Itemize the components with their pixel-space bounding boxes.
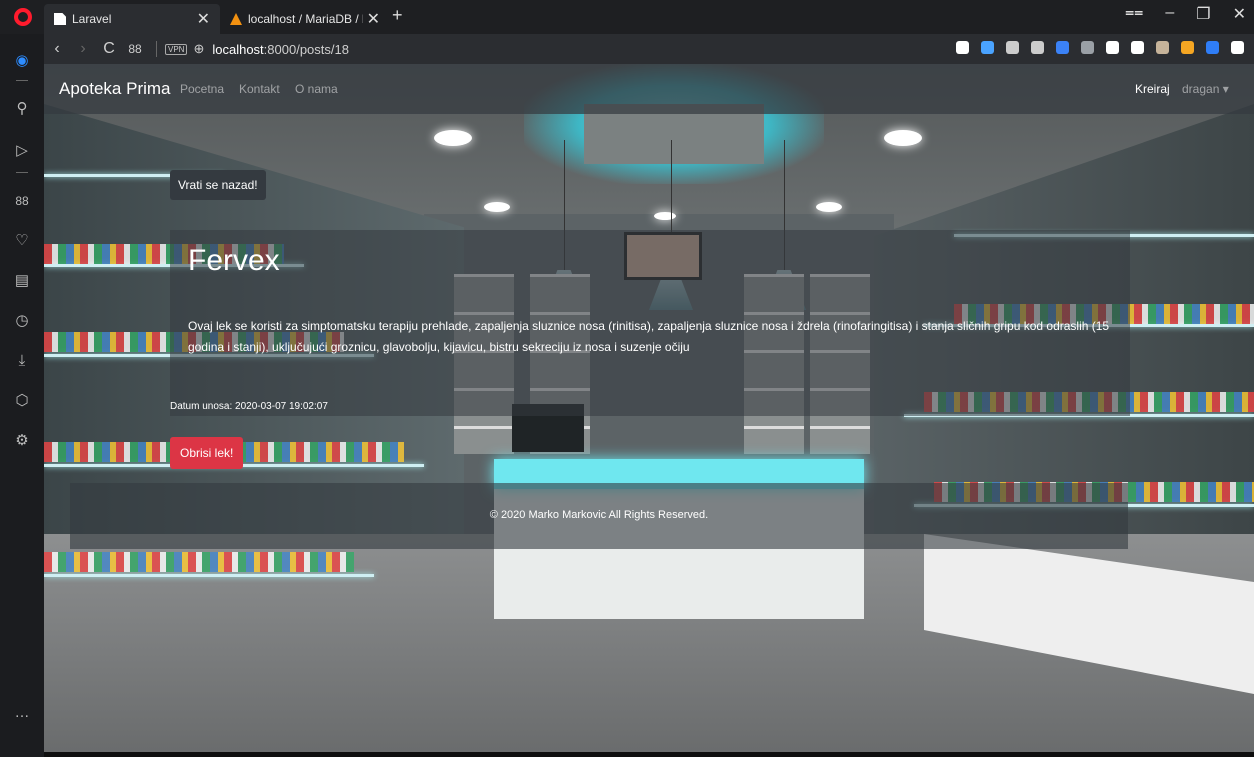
site-navbar: Apoteka Prima Pocetna Kontakt O nama Kre… — [44, 64, 1254, 114]
divider — [16, 172, 28, 173]
file-icon — [54, 13, 66, 25]
divider — [16, 80, 28, 81]
extension-icon[interactable] — [981, 41, 994, 54]
extension-icon[interactable] — [1081, 41, 1094, 54]
back-button-link[interactable]: Vrati se nazad! — [170, 170, 266, 200]
extension-icon[interactable] — [1131, 41, 1144, 54]
vpn-badge[interactable]: VPN — [165, 43, 188, 55]
extension-icon[interactable] — [1206, 41, 1219, 54]
speed-dial-button[interactable]: 88 — [122, 42, 148, 56]
tab-title: localhost / MariaDB / baza — [248, 12, 363, 26]
extension-icon[interactable] — [1031, 41, 1044, 54]
cube-icon[interactable]: ⬡ — [13, 392, 31, 410]
extension-icon[interactable] — [1156, 41, 1169, 54]
speed-dial-icon[interactable]: 88 — [13, 192, 31, 210]
browser-tab-bar: Laravel ✕ localhost / MariaDB / baza ✕ +… — [0, 0, 1254, 34]
tab-close-button[interactable]: ✕ — [367, 9, 380, 29]
tab-close-button[interactable]: ✕ — [197, 9, 210, 29]
news-icon[interactable]: ▤ — [13, 272, 31, 290]
page-viewport: Apoteka Prima Pocetna Kontakt O nama Kre… — [44, 64, 1254, 752]
opera-logo-icon[interactable] — [14, 8, 32, 26]
delete-post-button[interactable]: Obrisi lek! — [170, 437, 244, 469]
extension-icon[interactable] — [1181, 41, 1194, 54]
download-icon[interactable]: ⤓ — [13, 352, 31, 370]
new-tab-button[interactable]: + — [392, 5, 403, 26]
tab-menu-icon[interactable]: ⩵ — [1125, 4, 1143, 24]
extension-icon[interactable] — [1231, 41, 1244, 54]
extension-icon[interactable] — [956, 41, 969, 54]
nav-link-o-nama[interactable]: O nama — [295, 82, 338, 96]
post-title: Fervex — [188, 244, 280, 277]
extension-icon[interactable] — [1056, 41, 1069, 54]
footer-copyright: © 2020 Marko Markovic All Rights Reserve… — [489, 509, 709, 521]
globe-icon[interactable]: ⊕ — [193, 41, 204, 57]
phpmyadmin-icon — [230, 13, 242, 25]
minimize-button[interactable]: – — [1165, 4, 1174, 24]
heart-icon[interactable]: ♡ — [13, 232, 31, 250]
history-icon[interactable]: ◷ — [13, 312, 31, 330]
url-field[interactable]: localhost:8000/posts/18 — [212, 42, 349, 57]
tab-title: Laravel — [72, 12, 112, 26]
window-controls: ⩵ – ❐ ✕ — [1125, 4, 1246, 24]
address-bar: ‹ › C 88 VPN ⊕ localhost:8000/posts/18 — [44, 34, 1254, 64]
reload-button[interactable]: C — [96, 40, 122, 58]
extension-toolbar — [956, 41, 1244, 54]
tab-laravel[interactable]: Laravel ✕ — [44, 4, 220, 34]
post-date: Datum unosa: 2020-03-07 19:02:07 — [170, 401, 328, 412]
tab-phpmyadmin[interactable]: localhost / MariaDB / baza ✕ — [220, 4, 390, 34]
back-button[interactable]: ‹ — [44, 40, 70, 58]
extension-icon[interactable] — [1006, 41, 1019, 54]
extension-icon[interactable] — [1106, 41, 1119, 54]
divider — [156, 41, 157, 57]
more-icon[interactable]: … — [13, 704, 31, 722]
send-icon[interactable]: ▷ — [13, 142, 31, 160]
post-body: Ovaj lek se koristi za simptomatsku tera… — [188, 319, 1110, 354]
maximize-button[interactable]: ❐ — [1196, 4, 1210, 24]
settings-icon[interactable]: ⚙ — [13, 432, 31, 450]
close-window-button[interactable]: ✕ — [1233, 4, 1246, 24]
nav-link-kontakt[interactable]: Kontakt — [239, 82, 280, 96]
post-jumbotron: Fervex Ovaj lek se koristi za simptomats… — [170, 230, 1130, 416]
nav-link-pocetna[interactable]: Pocetna — [180, 82, 224, 96]
site-footer: © 2020 Marko Markovic All Rights Reserve… — [70, 483, 1128, 549]
site-brand-link[interactable]: Apoteka Prima — [59, 79, 171, 99]
user-dropdown[interactable]: dragan ▾ — [1182, 82, 1229, 96]
opera-sidebar: ◉ ⚲ ▷ 88 ♡ ▤ ◷ ⤓ ⬡ ⚙ … — [0, 34, 44, 757]
taskbar-strip — [44, 752, 1254, 757]
messenger-icon[interactable]: ◉ — [13, 52, 31, 70]
forward-button[interactable]: › — [70, 40, 96, 58]
create-link[interactable]: Kreiraj — [1135, 82, 1170, 96]
search-icon[interactable]: ⚲ — [13, 100, 31, 118]
